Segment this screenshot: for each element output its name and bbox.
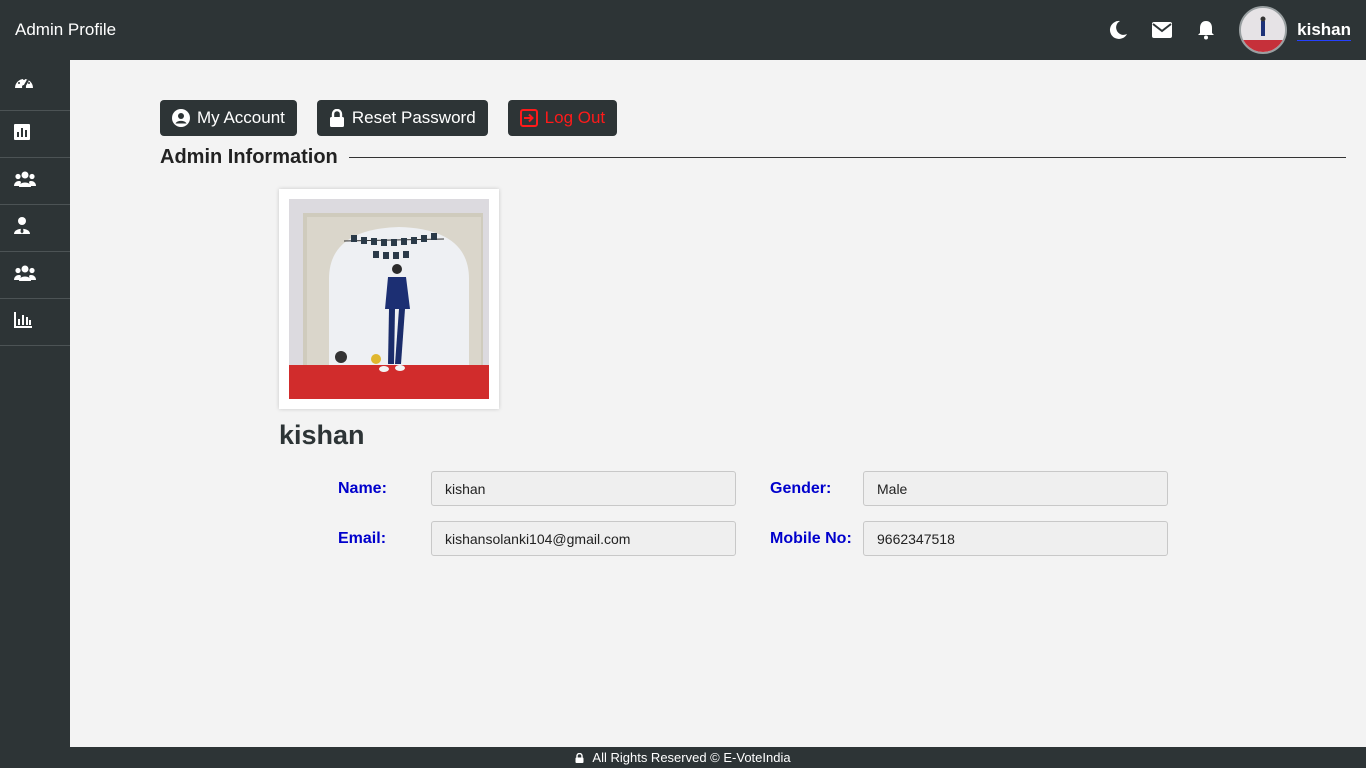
users-icon xyxy=(14,265,36,286)
my-account-label: My Account xyxy=(197,108,285,127)
footer-text: All Rights Reserved © E-VoteIndia xyxy=(592,750,791,765)
email-field[interactable]: kishansolanki104@gmail.com xyxy=(431,521,736,556)
avatar[interactable] xyxy=(1239,6,1288,54)
section-heading: Admin Information xyxy=(160,146,349,169)
top-navbar: Admin Profile kishan xyxy=(0,0,1366,60)
sidebar-item-candidates[interactable] xyxy=(0,205,70,252)
mobile-label: Mobile No: xyxy=(770,530,852,547)
sidebar-item-results[interactable] xyxy=(0,299,70,346)
report-icon xyxy=(14,123,30,145)
sidebar-item-dashboard[interactable] xyxy=(0,60,70,111)
user-circle-icon xyxy=(172,109,190,127)
sidebar-item-users[interactable] xyxy=(0,158,70,205)
reset-password-button[interactable]: Reset Password xyxy=(316,100,488,136)
email-label: Email: xyxy=(338,530,387,547)
logout-button[interactable]: Log Out xyxy=(507,100,618,136)
profile-display-name: kishan xyxy=(279,420,365,450)
header-username[interactable]: kishan xyxy=(1297,20,1351,41)
logout-label: Log Out xyxy=(544,108,606,127)
account-actions: My Account Reset Password Log Out xyxy=(160,100,637,136)
name-field[interactable]: kishan xyxy=(431,471,736,506)
gender-field[interactable]: Male xyxy=(863,471,1168,506)
my-account-button[interactable]: My Account xyxy=(160,100,297,136)
sidebar xyxy=(0,60,70,747)
name-label: Name: xyxy=(338,480,387,497)
bar-chart-icon xyxy=(14,311,32,333)
user-tie-icon xyxy=(14,217,30,239)
mobile-field[interactable]: 9662347518 xyxy=(863,521,1168,556)
top-right-controls: kishan xyxy=(1107,0,1366,60)
reset-password-label: Reset Password xyxy=(351,108,476,127)
gender-label: Gender: xyxy=(770,480,832,497)
footer: All Rights Reserved © E-VoteIndia xyxy=(0,747,1366,768)
main-content: My Account Reset Password Log Out Admin … xyxy=(70,60,1366,747)
lock-icon xyxy=(329,109,344,127)
dashboard-icon xyxy=(14,74,34,97)
section-divider xyxy=(348,157,1346,158)
sign-out-icon xyxy=(519,109,538,127)
lock-icon xyxy=(575,752,584,763)
users-icon xyxy=(14,171,36,192)
bell-icon[interactable] xyxy=(1195,19,1217,41)
envelope-icon[interactable] xyxy=(1151,19,1173,41)
sidebar-item-voters[interactable] xyxy=(0,252,70,299)
page-title: Admin Profile xyxy=(15,20,117,39)
sidebar-item-reports[interactable] xyxy=(0,111,70,158)
moon-icon[interactable] xyxy=(1107,19,1129,41)
profile-photo xyxy=(279,189,499,409)
